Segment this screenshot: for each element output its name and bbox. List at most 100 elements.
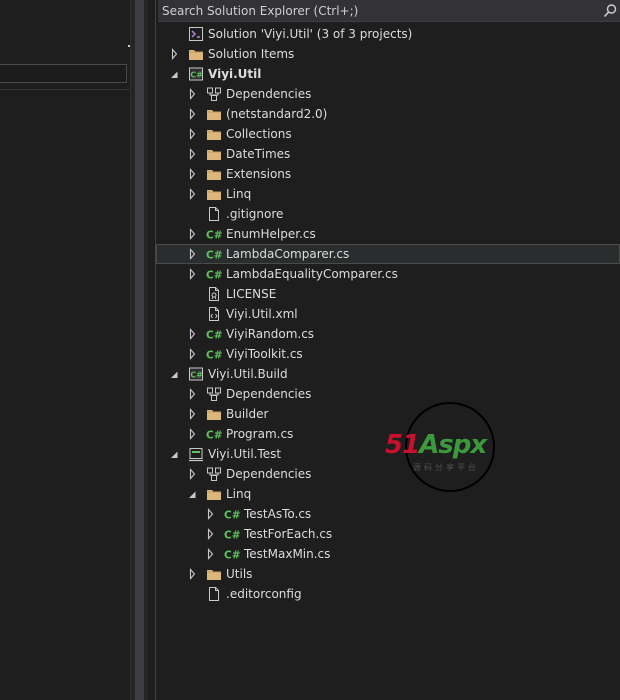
collapse-arrow-icon[interactable]	[188, 144, 198, 164]
svg-text:C#: C#	[224, 530, 240, 542]
svg-text:C#: C#	[206, 350, 222, 362]
tree-item-label: Linq	[226, 487, 252, 501]
tree-item-label: Utils	[226, 567, 253, 581]
search-input[interactable]	[162, 0, 592, 21]
tree-item-utils[interactable]: Utils	[156, 564, 620, 584]
csharp-file-icon: C#	[206, 230, 222, 242]
tree-item-linq[interactable]: Linq	[156, 184, 620, 204]
vertical-scrollbar[interactable]	[130, 0, 148, 700]
collapse-arrow-icon[interactable]	[188, 344, 198, 364]
tree-item-label: Collections	[226, 127, 292, 141]
expand-arrow-icon[interactable]	[188, 484, 198, 504]
license-file-icon	[209, 287, 219, 301]
tree-item-lambdaequalitycomparer-cs[interactable]: C# LambdaEqualityComparer.cs	[156, 264, 620, 284]
collapse-arrow-icon[interactable]	[188, 224, 198, 244]
tree-item-label: Dependencies	[226, 87, 312, 101]
pane-splitter[interactable]	[148, 0, 156, 700]
folder-icon	[207, 130, 221, 140]
tree-item-testmaxmin-cs[interactable]: C# TestMaxMin.cs	[156, 544, 620, 564]
tree-item-viyitoolkit-cs[interactable]: C# ViyiToolkit.cs	[156, 344, 620, 364]
collapse-arrow-icon[interactable]	[170, 44, 180, 64]
tree-item-viyi-util[interactable]: C# Viyi.Util	[156, 64, 620, 84]
csharp-project-icon: C#	[189, 367, 203, 381]
collapse-arrow-icon[interactable]	[188, 384, 198, 404]
tree-item-extensions[interactable]: Extensions	[156, 164, 620, 184]
tree-item-license[interactable]: LICENSE	[156, 284, 620, 304]
search-icon[interactable]	[602, 3, 618, 19]
expand-arrow-icon[interactable]	[170, 64, 180, 84]
tree-item-label: EnumHelper.cs	[226, 227, 316, 241]
watermark-logo: 51Aspx 源码分享平台	[385, 402, 515, 494]
tree-item-viyirandom-cs[interactable]: C# ViyiRandom.cs	[156, 324, 620, 344]
dependencies-icon	[207, 467, 221, 481]
tree-item-gitignore[interactable]: .gitignore	[156, 204, 620, 224]
svg-text:C#: C#	[190, 71, 203, 80]
expand-arrow-icon[interactable]	[170, 444, 180, 464]
collapse-arrow-icon[interactable]	[188, 164, 198, 184]
collapse-arrow-icon[interactable]	[188, 464, 198, 484]
svg-text:C#: C#	[206, 270, 222, 282]
csharp-file-icon: C#	[206, 430, 222, 442]
tree-item-viyi-util-xml[interactable]: Viyi.Util.xml	[156, 304, 620, 324]
tree-item-label: .editorconfig	[226, 587, 302, 601]
tree-item-solution-items[interactable]: Solution Items	[156, 44, 620, 64]
tree-item-label: Solution Items	[208, 47, 295, 61]
svg-text:C#: C#	[206, 430, 222, 442]
folder-icon	[189, 50, 203, 60]
tree-item-editorconfig[interactable]: .editorconfig	[156, 584, 620, 604]
left-panel-field[interactable]	[0, 64, 127, 83]
tree-item-testasto-cs[interactable]: C# TestAsTo.cs	[156, 504, 620, 524]
file-icon	[209, 587, 219, 601]
tree-item-lambdacomparer-cs[interactable]: C# LambdaComparer.cs	[156, 244, 620, 264]
tree-item-label: DateTimes	[226, 147, 291, 161]
tree-item-label: Linq	[226, 187, 252, 201]
dependencies-icon	[207, 387, 221, 401]
collapse-arrow-icon[interactable]	[188, 184, 198, 204]
csharp-project-icon: C#	[189, 67, 203, 81]
tree-item-viyi-util-build[interactable]: C# Viyi.Util.Build	[156, 364, 620, 384]
tree-item-label: TestForEach.cs	[244, 527, 333, 541]
collapse-arrow-icon[interactable]	[206, 504, 216, 524]
collapse-arrow-icon[interactable]	[188, 124, 198, 144]
scrollbar-thumb[interactable]	[135, 0, 144, 700]
collapse-arrow-icon[interactable]	[188, 424, 198, 444]
tree-item-collections[interactable]: Collections	[156, 124, 620, 144]
tree-item-dependencies[interactable]: Dependencies	[156, 384, 620, 404]
collapse-arrow-icon[interactable]	[188, 564, 198, 584]
svg-text:C#: C#	[224, 550, 240, 562]
svg-text:C#: C#	[206, 330, 222, 342]
collapse-arrow-icon[interactable]	[188, 84, 198, 104]
collapse-arrow-icon[interactable]	[188, 264, 198, 284]
collapse-arrow-icon[interactable]	[188, 244, 198, 264]
collapse-arrow-icon[interactable]	[188, 324, 198, 344]
tree-item-enumhelper-cs[interactable]: C# EnumHelper.cs	[156, 224, 620, 244]
tree-item-label: ViyiToolkit.cs	[226, 347, 303, 361]
collapse-arrow-icon[interactable]	[188, 104, 198, 124]
tree-item-label: LambdaComparer.cs	[226, 247, 350, 261]
collapse-arrow-icon[interactable]	[188, 404, 198, 424]
tree-item-datetimes[interactable]: DateTimes	[156, 144, 620, 164]
tree-item-label: Dependencies	[226, 387, 312, 401]
watermark-subtitle: 源码分享平台	[413, 463, 479, 472]
svg-text:C#: C#	[206, 230, 222, 242]
left-panel	[0, 0, 130, 700]
solution-icon	[189, 27, 203, 41]
tree-item-testforeach-cs[interactable]: C# TestForEach.cs	[156, 524, 620, 544]
collapse-arrow-icon[interactable]	[206, 544, 216, 564]
tree-item-solution-viyi-util-3-of-3-projects[interactable]: Solution 'Viyi.Util' (3 of 3 projects)	[156, 24, 620, 44]
tree-item-label: TestMaxMin.cs	[244, 547, 331, 561]
test-project-icon	[189, 448, 203, 462]
tree-item-label: (netstandard2.0)	[226, 107, 328, 121]
collapse-arrow-icon[interactable]	[206, 524, 216, 544]
csharp-file-icon: C#	[224, 530, 240, 542]
csharp-file-icon: C#	[206, 270, 222, 282]
tree-item-netstandard2-0[interactable]: (netstandard2.0)	[156, 104, 620, 124]
watermark-brand: 51Aspx	[385, 430, 487, 460]
folder-icon	[207, 490, 221, 500]
expand-arrow-icon[interactable]	[170, 364, 180, 384]
tree-item-dependencies[interactable]: Dependencies	[156, 84, 620, 104]
tree-item-label: LambdaEqualityComparer.cs	[226, 267, 398, 281]
solution-tree: Solution 'Viyi.Util' (3 of 3 projects) So…	[156, 24, 620, 604]
tree-item-label: Dependencies	[226, 467, 312, 481]
csharp-file-icon: C#	[224, 510, 240, 522]
